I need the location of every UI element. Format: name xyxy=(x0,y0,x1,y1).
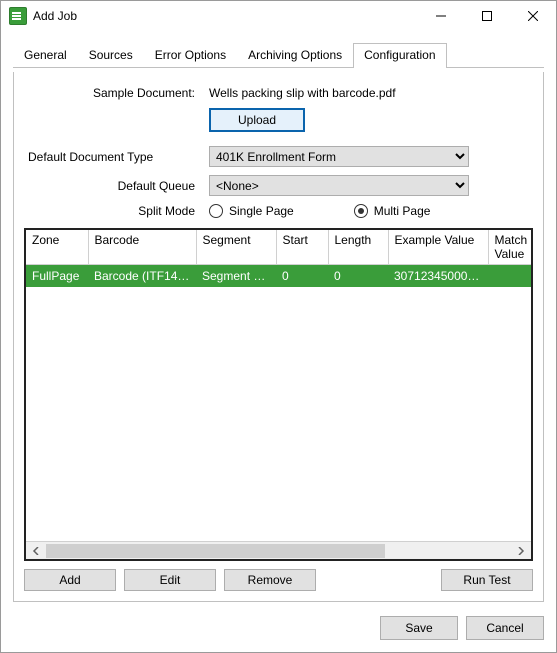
add-button[interactable]: Add xyxy=(24,569,116,591)
scroll-track[interactable] xyxy=(46,544,511,558)
split-mode-single-label: Single Page xyxy=(229,204,294,218)
split-mode-multi-radio[interactable]: Multi Page xyxy=(354,204,431,218)
cell-start: 0 xyxy=(276,265,328,288)
split-mode-single-radio[interactable]: Single Page xyxy=(209,204,294,218)
cell-zone: FullPage xyxy=(26,265,88,288)
default-queue-select[interactable]: <None> xyxy=(209,175,469,196)
minimize-button[interactable] xyxy=(418,1,464,31)
col-start[interactable]: Start xyxy=(276,230,328,265)
scroll-thumb[interactable] xyxy=(46,544,385,558)
col-match[interactable]: Match Value xyxy=(488,230,531,265)
default-document-type-select[interactable]: 401K Enrollment Form xyxy=(209,146,469,167)
run-test-button[interactable]: Run Test xyxy=(441,569,533,591)
cell-match xyxy=(488,265,531,288)
col-barcode[interactable]: Barcode xyxy=(88,230,196,265)
maximize-button[interactable] xyxy=(464,1,510,31)
maximize-icon xyxy=(482,11,492,21)
cancel-button[interactable]: Cancel xyxy=(466,616,544,640)
col-example[interactable]: Example Value xyxy=(388,230,488,265)
cell-barcode: Barcode (ITF14) One xyxy=(88,265,196,288)
content-area: General Sources Error Options Archiving … xyxy=(1,31,556,602)
app-icon xyxy=(9,7,27,25)
scroll-right-icon[interactable] xyxy=(513,544,529,558)
radio-icon xyxy=(209,204,223,218)
remove-button[interactable]: Remove xyxy=(224,569,316,591)
cell-example: 30712345000010 xyxy=(388,265,488,288)
tab-archiving-options[interactable]: Archiving Options xyxy=(237,43,353,67)
window-title: Add Job xyxy=(33,9,418,23)
col-segment[interactable]: Segment xyxy=(196,230,276,265)
table-row[interactable]: FullPage Barcode (ITF14) One Segment One… xyxy=(26,265,531,288)
tab-general[interactable]: General xyxy=(13,43,78,67)
close-button[interactable] xyxy=(510,1,556,31)
titlebar[interactable]: Add Job xyxy=(1,1,556,31)
tab-sources[interactable]: Sources xyxy=(78,43,144,67)
dialog-footer: Save Cancel xyxy=(1,602,556,652)
configuration-panel: Sample Document: Wells packing slip with… xyxy=(13,72,544,602)
split-mode-multi-label: Multi Page xyxy=(374,204,431,218)
cell-segment: Segment One xyxy=(196,265,276,288)
col-zone[interactable]: Zone xyxy=(26,230,88,265)
table-header-row: Zone Barcode Segment Start Length Exampl… xyxy=(26,230,531,265)
window-controls xyxy=(418,1,556,31)
radio-icon xyxy=(354,204,368,218)
sample-document-label: Sample Document: xyxy=(24,86,209,100)
tab-bar: General Sources Error Options Archiving … xyxy=(13,43,544,68)
segments-grid: Zone Barcode Segment Start Length Exampl… xyxy=(24,228,533,561)
split-mode-label: Split Mode xyxy=(24,204,209,218)
save-button[interactable]: Save xyxy=(380,616,458,640)
col-length[interactable]: Length xyxy=(328,230,388,265)
tab-configuration[interactable]: Configuration xyxy=(353,43,446,67)
minimize-icon xyxy=(436,11,446,21)
horizontal-scrollbar[interactable] xyxy=(26,541,531,559)
add-job-dialog: Add Job General Sources Error Options Ar… xyxy=(0,0,557,653)
grid-button-row: Add Edit Remove Run Test xyxy=(24,569,533,591)
default-document-type-label: Default Document Type xyxy=(24,150,209,164)
default-queue-label: Default Queue xyxy=(24,179,209,193)
scroll-left-icon[interactable] xyxy=(28,544,44,558)
edit-button[interactable]: Edit xyxy=(124,569,216,591)
radio-dot-icon xyxy=(358,208,364,214)
cell-length: 0 xyxy=(328,265,388,288)
sample-document-value: Wells packing slip with barcode.pdf xyxy=(209,86,533,100)
upload-button[interactable]: Upload xyxy=(209,108,305,132)
tab-error-options[interactable]: Error Options xyxy=(144,43,237,67)
close-icon xyxy=(528,11,538,21)
